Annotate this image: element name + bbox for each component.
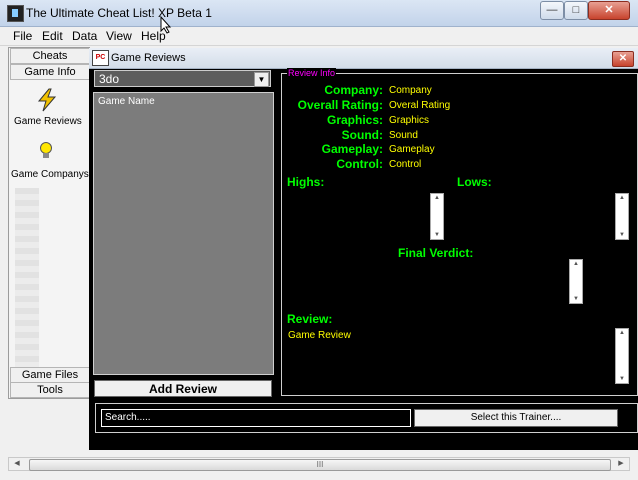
window-title: The Ultimate Cheat List! XP Beta 1 (26, 6, 212, 20)
chevron-down-icon[interactable]: ▼ (254, 72, 269, 87)
company-dropdown[interactable]: 3do ▼ (94, 70, 271, 87)
lows-scrollbar[interactable]: ▲ ▼ (615, 193, 629, 240)
horizontal-scrollbar[interactable]: ◀ III ▶ (8, 457, 630, 471)
game-list[interactable]: Game Name (93, 92, 274, 375)
maximize-button[interactable]: □ (564, 1, 588, 20)
child-window-title: Game Reviews (111, 52, 186, 64)
final-verdict-label: Final Verdict: (398, 246, 474, 260)
graphics-value: Graphics (389, 115, 430, 126)
search-input[interactable]: Search..... (101, 409, 411, 427)
gameplay-label: Gameplay: (321, 142, 383, 156)
scroll-up-icon[interactable]: ▲ (616, 195, 628, 201)
mouse-cursor-icon (160, 16, 172, 34)
overall-rating-value: Overal Rating (389, 100, 451, 111)
scroll-down-icon[interactable]: ▼ (616, 376, 628, 382)
review-scrollbar[interactable]: ▲ ▼ (615, 328, 629, 384)
app-icon[interactable] (7, 5, 24, 22)
scroll-down-icon[interactable]: ▼ (616, 232, 628, 238)
scroll-up-icon[interactable]: ▲ (570, 261, 582, 267)
menu-view[interactable]: View (106, 29, 132, 43)
watermark-graphic (15, 188, 39, 368)
tab-cheats[interactable]: Cheats (10, 48, 90, 64)
graphics-label: Graphics: (326, 113, 383, 127)
overall-rating-label: Overall Rating: (297, 98, 383, 112)
control-label: Control: (336, 157, 383, 171)
select-trainer-button[interactable]: Select this Trainer.... (414, 409, 618, 427)
lightbulb-icon[interactable] (39, 141, 53, 161)
scroll-down-icon[interactable]: ▼ (431, 232, 443, 238)
scroll-up-icon[interactable]: ▲ (616, 330, 628, 336)
menu-file[interactable]: File (13, 29, 32, 43)
scroll-left-icon[interactable]: ◀ (11, 459, 23, 469)
nav-game-companys[interactable]: Game Companys (11, 169, 89, 180)
review-info-legend: Review Info (287, 68, 337, 78)
highs-label: Highs: (287, 175, 325, 189)
verdict-scrollbar[interactable]: ▲ ▼ (569, 259, 583, 304)
menu-bar: File Edit Data View Help (0, 27, 638, 46)
list-header: Game Name (98, 96, 155, 107)
sound-value: Sound (389, 130, 418, 141)
review-label: Review: (287, 312, 333, 326)
gameplay-value: Gameplay (389, 144, 435, 155)
control-value: Control (389, 159, 422, 170)
scroll-thumb[interactable]: III (29, 459, 611, 471)
scroll-up-icon[interactable]: ▲ (431, 195, 443, 201)
tab-game-files[interactable]: Game Files (10, 367, 90, 383)
scroll-grip: III (316, 460, 324, 469)
pc-icon: PC (92, 50, 109, 66)
left-panel: Cheats Game Info Game Reviews Game Compa… (8, 47, 90, 399)
review-value: Game Review (288, 330, 351, 341)
tab-game-info[interactable]: Game Info (10, 64, 90, 80)
add-review-button[interactable]: Add Review (94, 380, 272, 397)
tab-tools[interactable]: Tools (10, 382, 90, 398)
company-label: Company: (324, 83, 383, 97)
dropdown-value: 3do (99, 72, 120, 86)
minimize-button[interactable]: — (540, 1, 564, 20)
menu-data[interactable]: Data (72, 29, 97, 43)
close-button[interactable]: ✕ (588, 1, 630, 20)
nav-game-reviews[interactable]: Game Reviews (14, 116, 82, 127)
company-value: Company (389, 85, 432, 96)
highs-scrollbar[interactable]: ▲ ▼ (430, 193, 444, 240)
child-close-button[interactable]: ✕ (612, 51, 634, 67)
menu-edit[interactable]: Edit (42, 29, 63, 43)
lows-label: Lows: (457, 175, 492, 189)
scroll-down-icon[interactable]: ▼ (570, 296, 582, 302)
scroll-right-icon[interactable]: ▶ (615, 459, 627, 469)
sound-label: Sound: (341, 128, 383, 142)
lightning-icon[interactable] (35, 88, 59, 112)
